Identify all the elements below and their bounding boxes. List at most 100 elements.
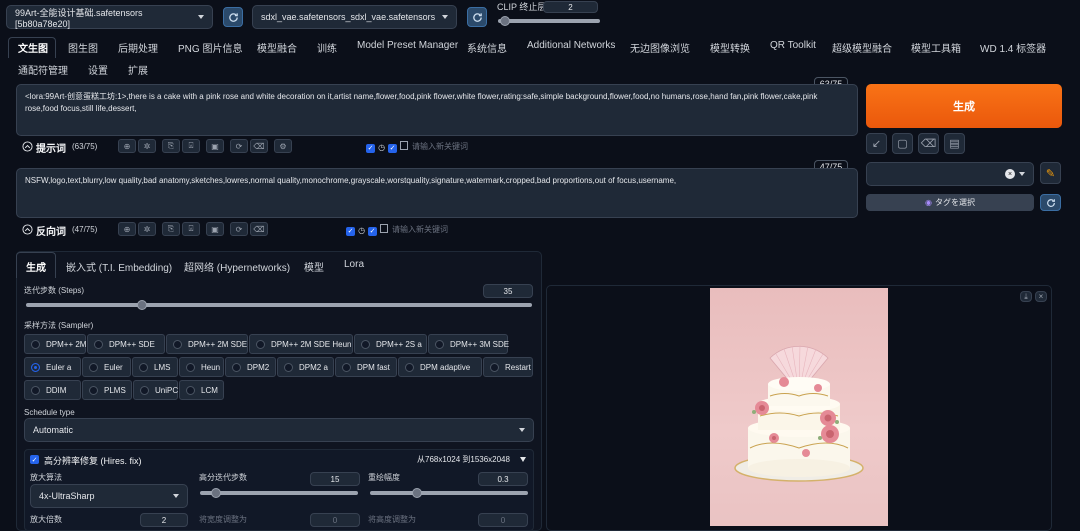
- negative-options[interactable]: ✓ ◷ ✓: [346, 224, 389, 236]
- sampler-option[interactable]: LCM: [179, 380, 224, 400]
- notes-icon[interactable]: ▤: [944, 133, 965, 154]
- gear-icon[interactable]: ⚙: [274, 139, 292, 153]
- tag-select-button[interactable]: ◉ タグを選択: [866, 194, 1034, 211]
- settings-icon[interactable]: ✲: [138, 222, 156, 236]
- upscaler-select[interactable]: 4x-UltraSharp: [30, 484, 188, 508]
- tab-4[interactable]: 模型融合: [257, 40, 297, 55]
- sampler-option[interactable]: DPM++ 2M SDE: [166, 334, 248, 354]
- vae-select[interactable]: sdxl_vae.safetensors_sdxl_vae.safetensor…: [252, 5, 457, 29]
- tab-9[interactable]: 无边图像浏览: [630, 40, 690, 55]
- checkbox-icon[interactable]: ✓: [366, 143, 375, 153]
- sampler-option[interactable]: PLMS: [82, 380, 132, 400]
- steps-slider[interactable]: [26, 303, 532, 307]
- styles-select[interactable]: ×: [866, 162, 1034, 186]
- copy-icon[interactable]: ⟳: [230, 222, 248, 236]
- image-icon[interactable]: ▣: [206, 139, 224, 153]
- clear-icon[interactable]: ×: [1005, 169, 1015, 179]
- import-icon[interactable]: ⎘: [162, 222, 180, 236]
- sampler-option[interactable]: DPM fast: [335, 357, 397, 377]
- tab-6[interactable]: Model Preset Manager: [357, 40, 458, 51]
- sampler-option[interactable]: LMS: [132, 357, 178, 377]
- refresh-tags-button[interactable]: [1040, 194, 1061, 211]
- hires-steps-input[interactable]: 15: [310, 472, 360, 486]
- sampler-option[interactable]: Euler: [82, 357, 131, 377]
- tab-2[interactable]: 后期处理: [118, 40, 158, 55]
- sampler-option[interactable]: DDIM: [24, 380, 81, 400]
- steps-input[interactable]: 35: [483, 284, 533, 298]
- tab-11[interactable]: QR Toolkit: [770, 40, 816, 51]
- tab-10[interactable]: 模型转换: [710, 40, 750, 55]
- prompt-options[interactable]: ✓ ◷ ✓: [366, 141, 409, 153]
- checkbox-icon[interactable]: ✓: [388, 143, 398, 153]
- subtab-2[interactable]: 超网络 (Hypernetworks): [184, 259, 290, 274]
- trash-icon[interactable]: ⌫: [250, 139, 268, 153]
- trash-icon[interactable]: ⌫: [918, 133, 939, 154]
- subtab-4[interactable]: Lora: [344, 259, 364, 270]
- arrow-icon[interactable]: ↙: [866, 133, 887, 154]
- hires-checkbox[interactable]: ✓: [30, 455, 39, 464]
- bookmark-icon[interactable]: ⍓: [182, 222, 200, 236]
- copy-icon[interactable]: ⟳: [230, 139, 248, 153]
- tab-8[interactable]: Additional Networks: [527, 40, 615, 51]
- tab-1[interactable]: 图生图: [68, 40, 98, 55]
- denoise-slider[interactable]: [370, 491, 528, 495]
- sampler-option[interactable]: DPM2: [225, 357, 276, 377]
- refresh-vae-button[interactable]: [467, 7, 487, 27]
- sampler-option[interactable]: DPM++ 2S a: [354, 334, 427, 354]
- sampler-option[interactable]: DPM++ 2M: [24, 334, 86, 354]
- clip-skip-knob[interactable]: [500, 16, 510, 26]
- import-icon[interactable]: ⎘: [162, 139, 180, 153]
- tab-7[interactable]: 系统信息: [467, 40, 507, 55]
- image-icon[interactable]: ▣: [206, 222, 224, 236]
- clip-skip-input[interactable]: 2: [543, 1, 598, 13]
- download-icon[interactable]: ⤓: [1020, 291, 1032, 302]
- sampler-option[interactable]: DPM++ SDE: [87, 334, 165, 354]
- prompt-textarea[interactable]: <lora:99Art-创意蛋糕工坊:1>,there is a cake wi…: [16, 84, 858, 136]
- close-icon[interactable]: ×: [1035, 291, 1047, 302]
- checkbox-icon[interactable]: ✓: [368, 226, 378, 236]
- sampler-option[interactable]: DPM++ 3M SDE: [428, 334, 509, 354]
- bookmark-icon[interactable]: ⍓: [182, 139, 200, 153]
- generate-button[interactable]: 生成: [866, 84, 1062, 128]
- tab-row2-0[interactable]: 通配符管理: [18, 62, 68, 77]
- globe-icon[interactable]: ⊕: [118, 139, 136, 153]
- keyword-input[interactable]: 请输入新关键词: [412, 141, 852, 152]
- sampler-option[interactable]: Heun: [179, 357, 224, 377]
- collapse-icon[interactable]: [520, 457, 526, 462]
- steps-label: 迭代步数 (Steps): [24, 286, 85, 295]
- hires-steps-knob[interactable]: [210, 488, 221, 498]
- clip-skip-slider[interactable]: [498, 19, 600, 23]
- tab-row2-1[interactable]: 设置: [88, 62, 108, 77]
- schedule-select[interactable]: Automatic: [24, 418, 534, 442]
- negative-textarea[interactable]: NSFW,logo,text,blurry,low quality,bad an…: [16, 168, 858, 218]
- scale-input[interactable]: 2: [140, 513, 188, 527]
- sampler-option[interactable]: UniPC: [133, 380, 178, 400]
- tab-row2-2[interactable]: 扩展: [128, 62, 148, 77]
- hires-steps-slider[interactable]: [200, 491, 358, 495]
- trash-icon[interactable]: ⌫: [250, 222, 268, 236]
- globe-icon[interactable]: ⊕: [118, 222, 136, 236]
- generated-image[interactable]: [710, 288, 888, 526]
- sampler-option[interactable]: DPM++ 2M SDE Heun: [249, 334, 353, 354]
- checkbox-icon[interactable]: ✓: [346, 226, 355, 236]
- settings-icon[interactable]: ✲: [138, 139, 156, 153]
- denoise-input[interactable]: 0.3: [478, 472, 528, 486]
- tab-13[interactable]: 模型工具箱: [911, 40, 961, 55]
- sampler-option[interactable]: DPM2 a: [277, 357, 334, 377]
- tab-14[interactable]: WD 1.4 标签器: [980, 40, 1046, 55]
- tab-5[interactable]: 训练: [317, 40, 337, 55]
- height-input[interactable]: 0: [478, 513, 528, 527]
- refresh-checkpoint-button[interactable]: [223, 7, 243, 27]
- sampler-option[interactable]: Restart: [483, 357, 533, 377]
- width-input[interactable]: 0: [310, 513, 360, 527]
- sampler-option[interactable]: Euler a: [24, 357, 81, 377]
- tab-3[interactable]: PNG 图片信息: [178, 40, 242, 55]
- clipboard-icon[interactable]: ▢: [892, 133, 913, 154]
- checkpoint-select[interactable]: 99Art-全能设计基础.safetensors [5b80a78e20]: [6, 5, 213, 29]
- tab-12[interactable]: 超级模型融合: [832, 40, 892, 55]
- negative-keyword-input[interactable]: 请输入新关键词: [392, 224, 852, 235]
- brush-icon[interactable]: ✎: [1040, 162, 1061, 184]
- subtab-3[interactable]: 模型: [304, 259, 324, 274]
- subtab-1[interactable]: 嵌入式 (T.I. Embedding): [66, 259, 172, 274]
- sampler-option[interactable]: DPM adaptive: [398, 357, 482, 377]
